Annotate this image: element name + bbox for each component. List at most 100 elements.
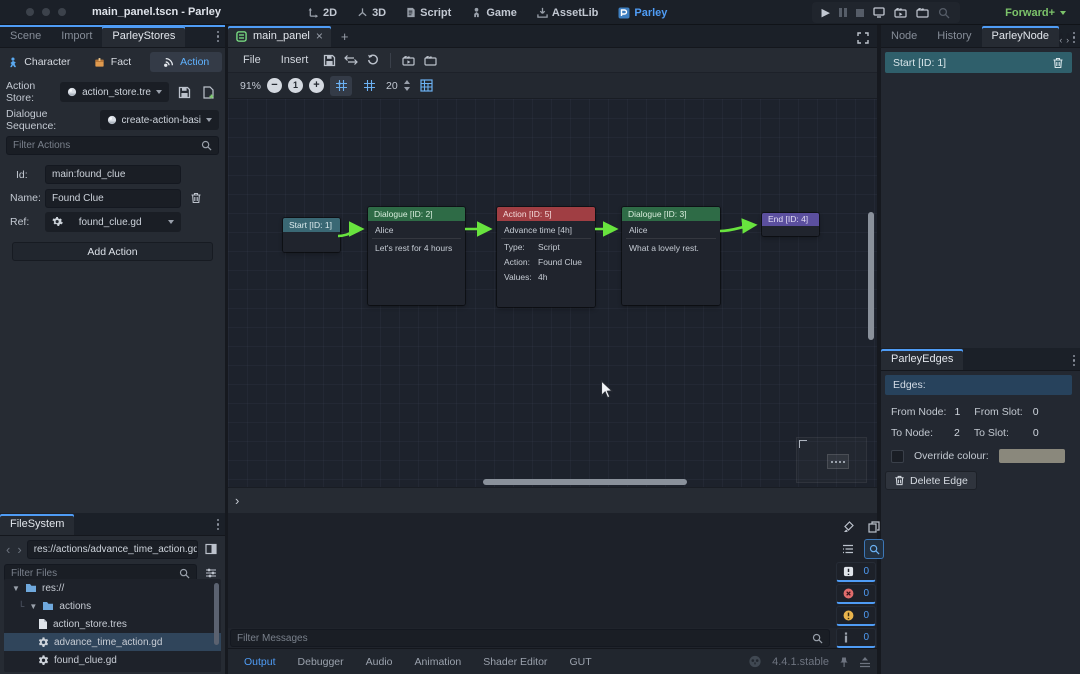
workspace-tab-3d[interactable]: 3D bbox=[349, 0, 394, 25]
tab-node[interactable]: Node bbox=[881, 26, 927, 47]
forward-icon[interactable]: › bbox=[15, 543, 23, 556]
action-store-dropdown[interactable]: action_store.tre bbox=[60, 82, 169, 102]
tab-parleynode[interactable]: ParleyNode bbox=[982, 26, 1059, 47]
graph-node-end[interactable]: End [ID: 4] bbox=[762, 213, 819, 236]
output-log-area[interactable] bbox=[228, 513, 877, 628]
collapse-all-icon[interactable] bbox=[838, 539, 858, 559]
name-field[interactable] bbox=[45, 189, 181, 208]
zoom-in-button[interactable]: + bbox=[309, 78, 324, 93]
dock-menu-icon[interactable] bbox=[1073, 32, 1076, 44]
play-button[interactable]: ▶ bbox=[822, 6, 830, 19]
dock-menu-icon[interactable] bbox=[217, 519, 220, 531]
workspace-tab-parley[interactable]: Parley bbox=[610, 0, 675, 25]
window-zoom-button[interactable] bbox=[58, 8, 66, 16]
tree-item-advance-time-action[interactable]: advance_time_action.gd bbox=[4, 633, 221, 651]
graph-node-dialogue-3[interactable]: Dialogue [ID: 3] Alice What a lovely res… bbox=[622, 207, 720, 305]
expand-panel-icon[interactable] bbox=[859, 656, 871, 668]
next-tab-icon[interactable]: › bbox=[1066, 33, 1070, 47]
remote-debug-icon[interactable] bbox=[873, 7, 885, 18]
tab-debugger[interactable]: Debugger bbox=[288, 656, 354, 668]
scene-tab-main-panel[interactable]: main_panel × bbox=[228, 26, 331, 47]
minimap-toggle-icon[interactable] bbox=[416, 76, 438, 96]
tree-item-res[interactable]: ▼ res:// bbox=[4, 579, 221, 597]
trash-icon[interactable] bbox=[1052, 57, 1064, 69]
zoom-out-button[interactable]: − bbox=[267, 78, 282, 93]
canvas-horizontal-scrollbar[interactable] bbox=[228, 479, 877, 485]
save-store-button[interactable] bbox=[174, 82, 194, 102]
test-dialogue-from-node-icon[interactable] bbox=[420, 50, 440, 70]
tab-filesystem[interactable]: FileSystem bbox=[0, 514, 74, 535]
workspace-tab-assetlib[interactable]: AssetLib bbox=[529, 0, 606, 25]
tab-output[interactable]: Output bbox=[234, 656, 286, 668]
refresh-icon[interactable] bbox=[363, 50, 383, 70]
save-icon[interactable] bbox=[319, 50, 339, 70]
log-count-toggle[interactable]: 0 bbox=[836, 562, 876, 582]
delete-action-button[interactable] bbox=[186, 188, 206, 208]
graph-node-action-5[interactable]: Action [ID: 5] Advance time [4h] Type:Sc… bbox=[497, 207, 595, 307]
grid-toggle-icon[interactable] bbox=[358, 76, 380, 96]
clear-output-icon[interactable] bbox=[838, 517, 858, 537]
add-action-button[interactable]: Add Action bbox=[12, 242, 213, 261]
info-count-toggle[interactable]: 0 bbox=[836, 628, 876, 648]
pin-panel-icon[interactable] bbox=[839, 656, 849, 668]
filter-actions-input[interactable]: Filter Actions bbox=[6, 136, 219, 155]
graph-node-start[interactable]: Start [ID: 1] bbox=[283, 218, 340, 252]
import-export-icon[interactable] bbox=[341, 50, 361, 70]
tree-item-found-clue[interactable]: found_clue.gd bbox=[4, 651, 221, 669]
menu-file[interactable]: File bbox=[234, 54, 270, 66]
expander-icon[interactable]: ▼ bbox=[29, 602, 37, 611]
tab-import[interactable]: Import bbox=[51, 26, 102, 47]
pause-button[interactable] bbox=[839, 8, 847, 17]
tab-scene[interactable]: Scene bbox=[0, 26, 51, 47]
graph-node-dialogue-2[interactable]: Dialogue [ID: 2] Alice Let's rest for 4 … bbox=[368, 207, 465, 305]
canvas-vertical-scrollbar[interactable] bbox=[868, 99, 874, 487]
dock-menu-icon[interactable] bbox=[217, 31, 220, 43]
colour-swatch[interactable] bbox=[999, 449, 1065, 463]
dock-menu-icon[interactable] bbox=[1073, 355, 1076, 367]
expand-dock-icon[interactable]: › bbox=[235, 493, 239, 508]
dialogue-sequence-dropdown[interactable]: create-action-basi bbox=[100, 110, 219, 130]
filter-messages-input[interactable]: Filter Messages bbox=[230, 629, 830, 647]
grid-size-spinner[interactable] bbox=[404, 80, 410, 91]
prev-tab-icon[interactable]: ‹ bbox=[1059, 33, 1063, 47]
tree-item-actions[interactable]: └ ▼ actions bbox=[4, 597, 221, 615]
error-count-toggle[interactable]: 0 bbox=[836, 584, 876, 604]
test-dialogue-icon[interactable] bbox=[398, 50, 418, 70]
tab-shader-editor[interactable]: Shader Editor bbox=[473, 656, 557, 668]
tree-item-action-store[interactable]: action_store.tres bbox=[4, 615, 221, 633]
filesystem-scrollbar[interactable] bbox=[214, 583, 219, 668]
tab-gut[interactable]: GUT bbox=[559, 656, 601, 668]
graph-canvas[interactable]: Start [ID: 1] Dialogue [ID: 2] Alice Let… bbox=[228, 99, 877, 487]
override-colour-checkbox[interactable] bbox=[891, 450, 904, 463]
workspace-tab-2d[interactable]: 2D bbox=[300, 0, 345, 25]
tab-animation[interactable]: Animation bbox=[405, 656, 472, 668]
subtab-action[interactable]: Action bbox=[150, 52, 222, 72]
subtab-fact[interactable]: Fact bbox=[77, 52, 149, 72]
back-icon[interactable]: ‹ bbox=[4, 543, 12, 556]
movie-maker-icon[interactable] bbox=[938, 7, 950, 19]
play-scene-button[interactable] bbox=[894, 7, 907, 18]
menu-insert[interactable]: Insert bbox=[272, 54, 318, 66]
ref-dropdown[interactable]: found_clue.gd bbox=[45, 212, 181, 232]
delete-edge-button[interactable]: Delete Edge bbox=[885, 471, 977, 490]
new-store-button[interactable] bbox=[199, 82, 219, 102]
tab-history[interactable]: History bbox=[927, 26, 981, 47]
subtab-character[interactable]: Character bbox=[3, 52, 75, 72]
workspace-tab-game[interactable]: Game bbox=[463, 0, 525, 25]
new-tab-button[interactable]: + bbox=[331, 26, 359, 47]
close-icon[interactable]: × bbox=[316, 26, 323, 47]
window-minimize-button[interactable] bbox=[42, 8, 50, 16]
id-field[interactable] bbox=[45, 165, 181, 184]
warning-count-toggle[interactable]: 0 bbox=[836, 606, 876, 626]
window-close-button[interactable] bbox=[26, 8, 34, 16]
play-custom-scene-button[interactable] bbox=[916, 7, 929, 18]
copy-output-icon[interactable] bbox=[864, 517, 884, 537]
grid-size-value[interactable]: 20 bbox=[386, 80, 398, 92]
split-view-icon[interactable] bbox=[201, 539, 221, 559]
tab-parleyedges[interactable]: ParleyEdges bbox=[881, 349, 963, 370]
path-field[interactable]: res://actions/advance_time_action.gd bbox=[27, 540, 198, 559]
tab-parleystores[interactable]: ParleyStores bbox=[102, 26, 185, 47]
search-output-icon[interactable] bbox=[864, 539, 884, 559]
distraction-free-icon[interactable] bbox=[853, 28, 873, 48]
workspace-tab-script[interactable]: Script bbox=[398, 0, 459, 25]
